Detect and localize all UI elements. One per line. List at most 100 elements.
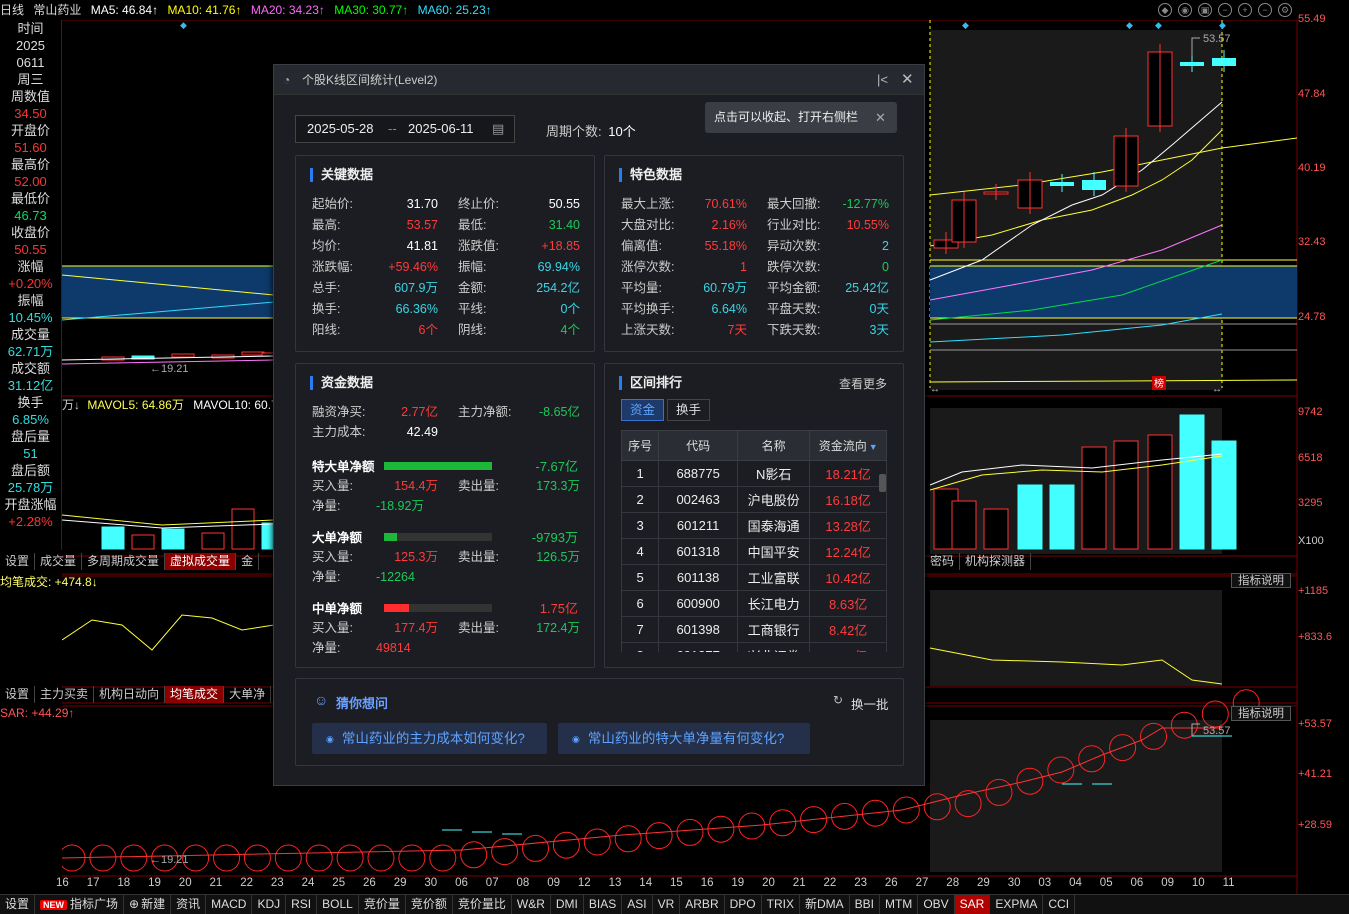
bottom-tab[interactable]: ARBR bbox=[680, 895, 725, 914]
indicator-tab[interactable]: 多周期成交量 bbox=[82, 553, 166, 570]
table-row[interactable]: 4 601318 中国平安 12.24亿 bbox=[621, 538, 887, 565]
date-tick-label: 26 bbox=[884, 877, 898, 889]
bottom-tab[interactable]: 竞价量比 bbox=[453, 895, 512, 914]
indicator-tab[interactable]: 密码 bbox=[925, 553, 961, 570]
bottom-tab[interactable]: W&R bbox=[512, 895, 551, 914]
table-row[interactable]: 3 601211 国泰海通 13.28亿 bbox=[621, 512, 887, 539]
rank-header-label: 代码 bbox=[686, 439, 711, 453]
bottom-tab[interactable]: BIAS bbox=[584, 895, 623, 914]
date-tick-label: 22 bbox=[823, 877, 837, 889]
bottom-tab[interactable]: MTM bbox=[880, 895, 919, 914]
stat-item: 平线: 0个 bbox=[458, 299, 580, 320]
bottom-tab[interactable]: 设置 bbox=[0, 895, 36, 914]
settings-icon[interactable]: ⚙ bbox=[1278, 3, 1292, 17]
bottom-tab[interactable]: MACD bbox=[206, 895, 253, 914]
tooltip-close-icon[interactable]: ✕ bbox=[875, 102, 886, 133]
bottom-tab[interactable]: SAR bbox=[954, 895, 991, 914]
bottom-tab[interactable]: BBI bbox=[850, 895, 880, 914]
rank-cell: 6 bbox=[621, 590, 660, 617]
bottom-tab[interactable]: BOLL bbox=[317, 895, 359, 914]
avg-trade-line bbox=[62, 614, 275, 651]
table-row[interactable]: 6 600900 长江电力 8.63亿 bbox=[621, 590, 887, 617]
zoom-out-icon[interactable]: − bbox=[1258, 3, 1272, 17]
date-tick-label: 13 bbox=[608, 877, 622, 889]
volume-bar bbox=[101, 526, 125, 550]
bottom-tab-label: OBV bbox=[923, 897, 949, 911]
indicator-tab[interactable]: 机构探测器 bbox=[960, 553, 1032, 570]
stat-item: 行业对比: 10.55% bbox=[767, 215, 889, 236]
table-row[interactable]: 1 688775 N影石 18.21亿 bbox=[621, 460, 887, 487]
table-row[interactable]: 8601377兴业证券7.79亿 bbox=[621, 642, 887, 652]
rank-more-link[interactable]: 查看更多 bbox=[839, 375, 887, 392]
bottom-tab[interactable]: 竞价额 bbox=[406, 895, 453, 914]
indicator-tab[interactable]: 设置 bbox=[0, 686, 36, 703]
rank-tab-funds[interactable]: 资金 bbox=[621, 399, 665, 421]
bottom-tab[interactable]: VR bbox=[653, 895, 681, 914]
bottom-tab-label: DPO bbox=[729, 897, 756, 911]
bottom-tab[interactable]: 竞价量 bbox=[359, 895, 406, 914]
indicator-tab[interactable]: 机构日动向 bbox=[94, 686, 166, 703]
bottom-tab-label: 新DMA bbox=[804, 897, 844, 911]
fund-group-name: 特大单净额 bbox=[312, 460, 375, 474]
avg-explain-button[interactable]: 指标说明 bbox=[1231, 573, 1291, 588]
stat-value: 70.61% bbox=[704, 197, 747, 211]
question-button-1[interactable]: 常山药业的主力成本如何变化? bbox=[312, 723, 547, 754]
bottom-tab[interactable]: EXPMA bbox=[990, 895, 1044, 914]
indicator-tab[interactable]: 设置 bbox=[0, 553, 36, 570]
bottom-tab[interactable]: CCI bbox=[1043, 895, 1076, 914]
rank-header-cell[interactable]: 序号 bbox=[621, 430, 660, 461]
bottom-tab[interactable]: 资讯 bbox=[171, 895, 207, 914]
bottom-tab[interactable]: DMI bbox=[551, 895, 584, 914]
bottom-tab[interactable]: ⊕ 新建 bbox=[124, 895, 172, 914]
stat-label: 换手: bbox=[312, 302, 341, 316]
stat-value: +18.85 bbox=[541, 239, 580, 253]
rank-scrollbar[interactable] bbox=[879, 474, 886, 492]
bottom-tab[interactable]: DPO bbox=[725, 895, 762, 914]
date-tick-label: 09 bbox=[1161, 877, 1174, 889]
minus-icon[interactable]: − bbox=[1218, 3, 1232, 17]
date-range-picker[interactable]: 2025-05-28 -- 2025-06-11 ▤ bbox=[295, 115, 515, 143]
rank-header-cell[interactable]: 代码 bbox=[658, 430, 739, 461]
dialog-titlebar[interactable]: ◔ 个股K线区间统计(Level2) |< ✕ bbox=[274, 65, 924, 95]
indicator-tab[interactable]: 均笔成交 bbox=[165, 686, 225, 703]
rank-tab-turnover[interactable]: 换手 bbox=[667, 399, 711, 421]
rank-cell: 4 bbox=[621, 538, 660, 565]
data-window-value: 52.00 bbox=[14, 174, 47, 189]
date-tick-label: 26 bbox=[363, 877, 376, 889]
indicator-tab[interactable]: 金 bbox=[236, 553, 260, 570]
stat-item: 下跌天数: 3天 bbox=[767, 320, 889, 341]
axis-tick-label: 6518 bbox=[1298, 452, 1323, 464]
bottom-tab[interactable]: 新DMA bbox=[800, 895, 850, 914]
table-row[interactable]: 7 601398 工商银行 8.42亿 bbox=[621, 616, 887, 643]
bottom-tab[interactable]: NEW 指标广场 bbox=[35, 895, 125, 914]
bottom-tab[interactable]: KDJ bbox=[252, 895, 287, 914]
sar-axis: +53.57 +41.21 +28.59 bbox=[1297, 700, 1349, 880]
table-row[interactable]: 2 002463 沪电股份 16.18亿 bbox=[621, 486, 887, 513]
indicator-tab[interactable]: 大单净 bbox=[224, 686, 272, 703]
indicator-tab[interactable]: 虚拟成交量 bbox=[165, 553, 237, 570]
rank-header-cell[interactable]: 名称 bbox=[737, 430, 811, 461]
question-button-2[interactable]: 常山药业的特大单净量有何变化? bbox=[558, 723, 810, 754]
sar-dot bbox=[243, 844, 271, 872]
collapse-icon[interactable]: |< bbox=[877, 65, 888, 95]
indicator-tab[interactable]: 主力买卖 bbox=[35, 686, 95, 703]
rank-table-wrap[interactable]: 序号 代码 名称 资金流向 ▼ 1 688775 N影石 18.21亿 2 002463 沪电股份 16… bbox=[621, 430, 887, 652]
indicator-tab[interactable]: 成交量 bbox=[35, 553, 83, 570]
diamond-icon[interactable]: ◆ bbox=[1158, 3, 1172, 17]
rank-header-cell[interactable]: 资金流向 ▼ bbox=[809, 430, 887, 461]
table-row[interactable]: 5 601138 工业富联 10.42亿 bbox=[621, 564, 887, 591]
mavol10-value: MAVOL10: 60.7 bbox=[193, 398, 278, 412]
sar-explain-button[interactable]: 指标说明 bbox=[1231, 706, 1291, 721]
stat-value: -12.77% bbox=[842, 197, 889, 211]
period-label[interactable]: 日线 bbox=[0, 3, 24, 17]
zoom-in-icon[interactable]: + bbox=[1238, 3, 1252, 17]
close-icon[interactable]: ✕ bbox=[901, 65, 914, 95]
bottom-tab[interactable]: OBV bbox=[918, 895, 955, 914]
refresh-button[interactable]: 换一批 bbox=[851, 694, 889, 713]
bottom-tab[interactable]: RSI bbox=[286, 895, 318, 914]
lock-icon[interactable]: ▣ bbox=[1198, 3, 1212, 17]
bottom-tab[interactable]: TRIX bbox=[762, 895, 800, 914]
bottom-tab[interactable]: ASI bbox=[622, 895, 653, 914]
eye-icon[interactable]: ◉ bbox=[1178, 3, 1192, 17]
stat-label: 行业对比: bbox=[767, 218, 821, 232]
